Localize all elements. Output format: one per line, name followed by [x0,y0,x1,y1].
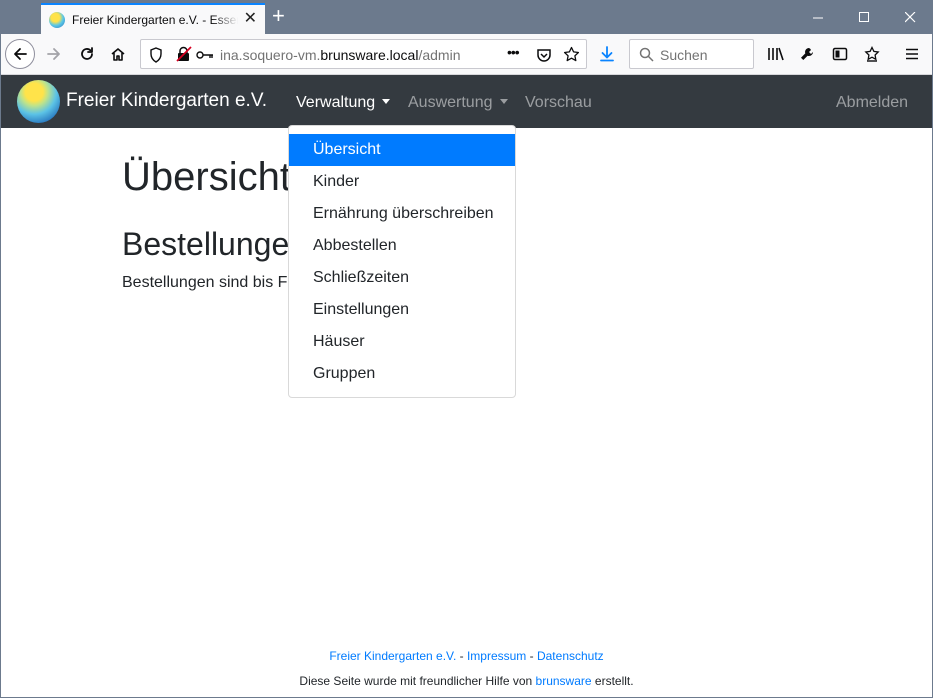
download-icon [600,46,614,62]
url-bar[interactable]: ina.soquero-vm.brunsware.local/admin ••• [140,39,587,69]
home-button[interactable] [104,40,132,68]
dropdown-item-haeuser[interactable]: Häuser [289,326,515,358]
pocket-icon[interactable] [536,47,552,63]
dropdown-item-abbestellen[interactable]: Abbestellen [289,230,515,262]
section-text: Bestellungen sind bis Fe [122,274,297,291]
section-title: Bestellungen [122,226,308,262]
wrench-icon [801,48,813,60]
browser-titlebar: Freier Kindergarten e.V. - Essensbestell… [0,0,933,34]
dropdown-item-kinder[interactable]: Kinder [289,166,515,198]
nav-auswertung-dropdown[interactable]: Auswertung [408,94,508,112]
footer-link-brunsware[interactable]: brunsware [536,674,592,688]
insecure-lock-icon[interactable] [176,46,192,62]
home-icon [111,48,125,61]
nav-abmelden[interactable]: Abmelden [836,94,908,112]
footer-links: Freier Kindergarten e.V. - Impressum - D… [0,649,933,663]
menu-button[interactable] [898,40,926,68]
browser-tab[interactable]: Freier Kindergarten e.V. - Essensbestell… [41,3,265,34]
site-favicon-icon [49,11,65,28]
reading-list-button[interactable] [858,40,886,68]
back-arrow-icon [14,48,27,60]
hamburger-menu-icon [906,48,918,60]
footer-link-home[interactable]: Freier Kindergarten e.V. [329,649,456,663]
forward-button[interactable] [40,40,68,68]
window-close-icon[interactable] [887,0,933,34]
back-button[interactable] [5,39,35,69]
footer-credit-text-end: erstellt. [591,674,634,688]
sidebar-icon [832,47,848,61]
footer-separator: - [526,649,537,663]
library-button[interactable] [762,40,790,68]
footer-credit: Diese Seite wurde mit freundlicher Hilfe… [0,674,933,688]
dropdown-item-ernaehrung[interactable]: Ernährung überschreiben [289,198,515,230]
dropdown-item-uebersicht[interactable]: Übersicht [289,134,515,166]
search-bar[interactable]: Suchen [629,39,754,69]
developer-tools-button[interactable] [793,40,821,68]
site-navbar: Freier Kindergarten e.V. Verwaltung Ausw… [0,75,933,128]
star-list-icon [864,46,880,62]
dropdown-item-schliesszeiten[interactable]: Schließzeiten [289,262,515,294]
url-text[interactable]: ina.soquero-vm.brunsware.local/admin [220,47,460,63]
nav-auswertung-label: Auswertung [408,94,493,111]
nav-verwaltung-label: Verwaltung [296,94,376,111]
nav-vorschau[interactable]: Vorschau [525,94,592,112]
minimize-icon[interactable] [795,0,841,34]
brand-link[interactable]: Freier Kindergarten e.V. [66,90,267,112]
verwaltung-dropdown-menu: Übersicht Kinder Ernährung überschreiben… [288,125,516,398]
page-title: Übersicht [122,155,291,199]
close-tab-icon[interactable]: ✕ [244,11,257,27]
kindergarten-logo[interactable] [17,80,60,123]
library-icon [768,47,784,61]
sidebar-button[interactable] [826,40,854,68]
footer-link-datenschutz[interactable]: Datenschutz [537,649,604,663]
downloads-button[interactable] [593,40,621,68]
tab-title: Freier Kindergarten e.V. - Essensbestell… [72,12,238,27]
caret-down-icon [499,99,508,104]
key-icon[interactable] [196,49,214,61]
bookmark-star-icon[interactable] [563,46,580,63]
forward-arrow-icon [47,48,60,60]
browser-toolbar: ina.soquero-vm.brunsware.local/admin •••… [0,34,933,75]
footer-separator: - [456,649,467,663]
caret-down-icon [382,99,391,104]
footer-credit-text: Diese Seite wurde mit freundlicher Hilfe… [299,674,536,688]
page-actions-icon[interactable]: ••• [507,44,520,60]
search-icon [639,47,654,62]
new-tab-icon[interactable]: + [272,4,285,28]
dropdown-item-einstellungen[interactable]: Einstellungen [289,294,515,326]
dropdown-item-gruppen[interactable]: Gruppen [289,358,515,390]
reload-icon [81,47,93,60]
nav-verwaltung-dropdown[interactable]: Verwaltung [296,94,391,112]
footer-link-impressum[interactable]: Impressum [467,649,526,663]
search-placeholder: Suchen [660,47,708,63]
reload-button[interactable] [73,40,101,68]
shield-icon[interactable] [149,47,163,63]
maximize-icon[interactable] [841,0,887,34]
